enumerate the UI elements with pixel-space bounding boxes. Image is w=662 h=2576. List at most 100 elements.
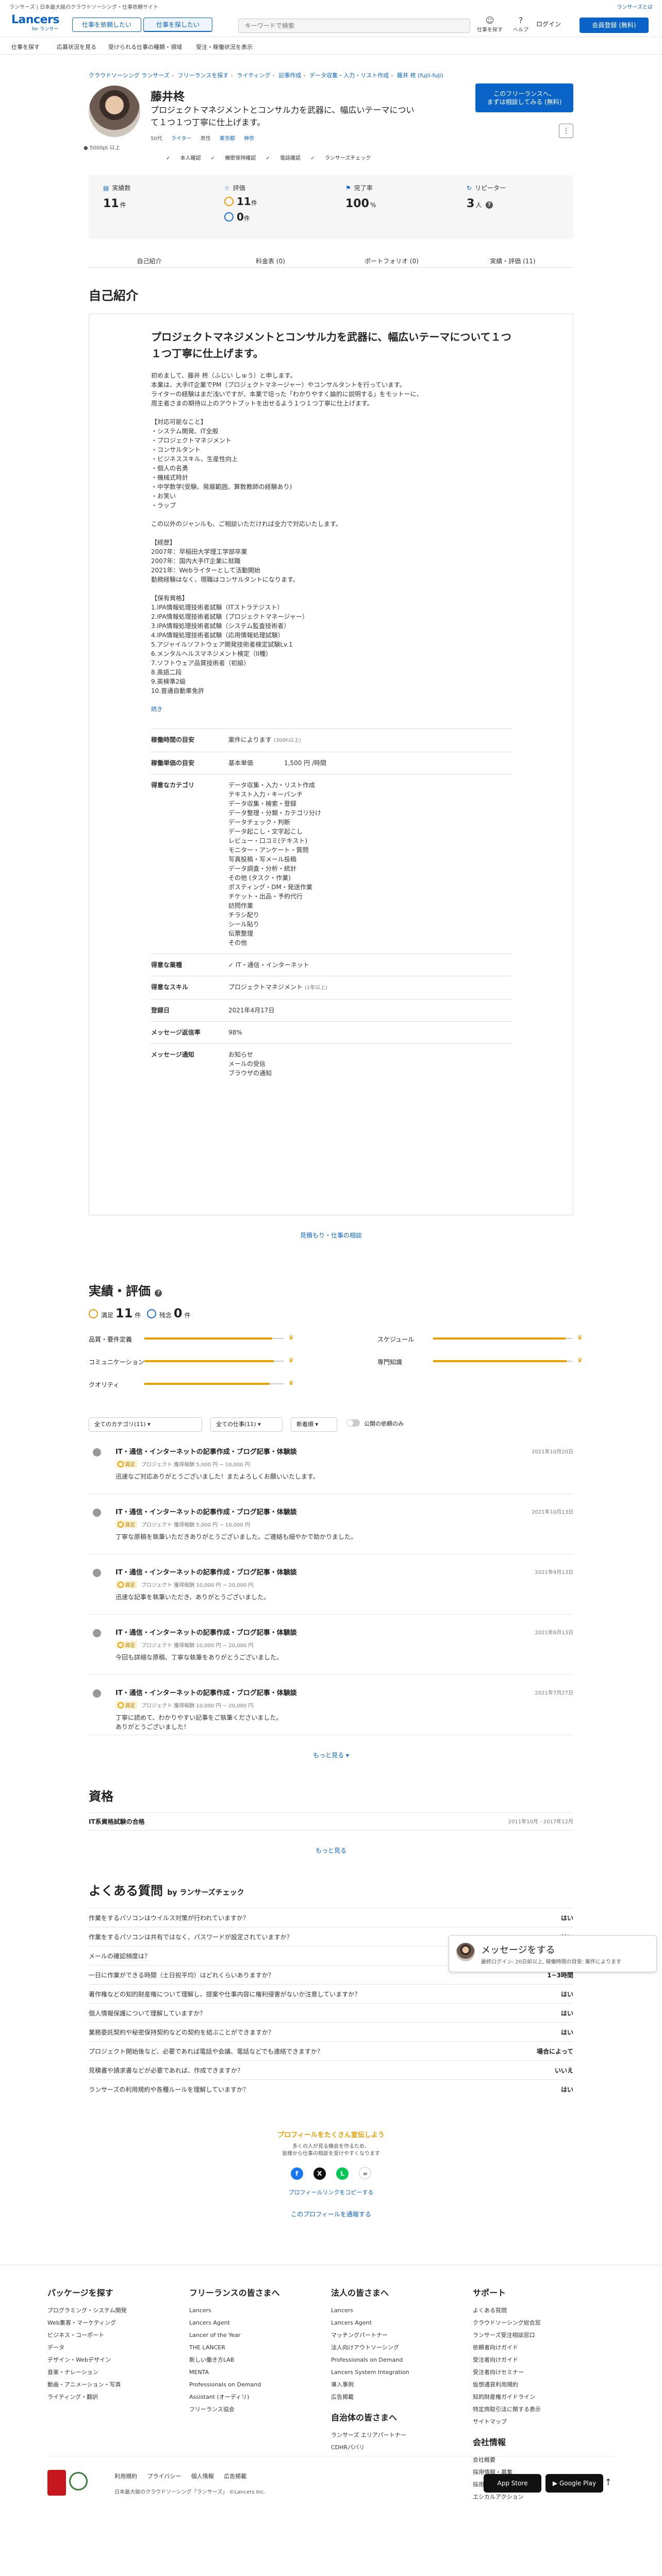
footer-link[interactable]: プログラミング・システム開発 [47, 2304, 189, 2317]
category-list: データ収集・入力・リスト作成 テキスト入力・キーパンチ データ収集・検索・登録 データ… [228, 781, 512, 947]
footer-link[interactable]: ランサーズ受注相談窓口 [473, 2329, 615, 2342]
verification-badges: ✓ 本人確認 ✓ 機密保持確認 ✓ 電話確認 ✓ ランサーズチェック [166, 156, 371, 161]
subnav-item[interactable]: 応募状況を見る [57, 43, 96, 51]
public-only-toggle[interactable] [346, 1419, 360, 1427]
facebook-icon[interactable]: f [290, 2167, 303, 2180]
footer-link[interactable]: 個人情報 [191, 2473, 214, 2480]
footer-link[interactable]: サイトマップ [473, 2416, 615, 2428]
breadcrumb-item[interactable]: ライティング [237, 72, 270, 79]
review-title[interactable]: IT・通信・インターネットの記事作成・ブログ記事・体験談 [115, 1687, 573, 1697]
sad-face-icon [224, 212, 234, 222]
breadcrumb-item[interactable]: フリーランスを探す [178, 72, 229, 79]
footer-link[interactable]: THE LANCER [189, 2342, 331, 2354]
help-icon[interactable]: ? [155, 1290, 162, 1297]
footer-link[interactable]: Lancers [189, 2304, 331, 2317]
faq-row: 個人情報保護について理解していますか？ はい [89, 2003, 573, 2022]
footer-link[interactable]: マッチングパートナー [331, 2329, 473, 2342]
review-title[interactable]: IT・通信・インターネットの記事作成・ブログ記事・体験談 [115, 1446, 573, 1456]
footer-link[interactable]: 音楽・ナレーション [47, 2366, 189, 2379]
footer-link[interactable]: Professionals on Demand [189, 2379, 331, 2391]
chevron-down-icon: ▾ [147, 1421, 151, 1428]
footer-link[interactable]: 知的財産権ガイドライン [473, 2391, 615, 2403]
category-select[interactable]: 全てのカテゴリ(11) ▾ [89, 1417, 202, 1432]
login-link[interactable]: ログイン [536, 20, 561, 28]
footer-link[interactable]: ランサーズ エリアパートナー [331, 2429, 473, 2442]
consult-button[interactable]: このフリーランスへ、 まずは相談してみる (無料) [475, 83, 573, 112]
footer-link[interactable]: 依頼者向けガイド [473, 2342, 615, 2354]
subnav-item[interactable]: 受注・稼働状況を表示 [196, 43, 253, 51]
footer-link[interactable]: 受注者向けセミナー [473, 2366, 615, 2379]
subnav-item[interactable]: 受けられる仕事の種類・領域 [108, 43, 182, 51]
footer-link[interactable]: Professionals on Demand [331, 2354, 473, 2366]
footer-link[interactable]: 利用規約 [114, 2473, 137, 2480]
x-icon[interactable]: X [313, 2167, 326, 2180]
footer-link[interactable]: 法人向けアウトソーシング [331, 2342, 473, 2354]
footer-link[interactable]: MENTA [189, 2366, 331, 2379]
subnav-item[interactable]: 仕事を探す [11, 43, 40, 51]
footer-link[interactable]: プライバシー [147, 2473, 181, 2480]
request-work-button[interactable]: 仕事を依頼したい [72, 18, 141, 32]
estimate-link[interactable]: 見積もり・仕事の相談 [89, 1231, 573, 1240]
footer-link[interactable]: 新しい働き方LAB [189, 2354, 331, 2366]
tab-reviews[interactable]: 実績・評価 (11) [452, 239, 573, 267]
footer-link[interactable]: 特定商取引法に関する表示 [473, 2403, 615, 2416]
footer-link[interactable]: 受注者向けガイド [473, 2354, 615, 2366]
line-icon[interactable]: L [336, 2167, 349, 2180]
footer-link[interactable]: Lancer of the Year [189, 2329, 331, 2342]
flag-icon: ⚑ [345, 184, 351, 192]
back-to-top-icon[interactable]: ↑ [604, 2477, 612, 2488]
footer-link[interactable]: CDHRパバリ [331, 2442, 473, 2454]
find-icon-button[interactable]: ☺ 仕事を探す [474, 15, 505, 33]
site-footer: パッケージを探す プログラミング・システム開発 Web集客・マーケティング ビジネス… [0, 2265, 662, 2533]
find-work-button[interactable]: 仕事を探したい [143, 18, 212, 32]
footer-link[interactable]: ビジネス・コーポート [47, 2329, 189, 2342]
app-store-badge[interactable]: App Store [484, 2474, 541, 2493]
footer-link[interactable]: 広告掲載 [224, 2473, 246, 2480]
message-button[interactable]: メッセージをする 最終ログイン: 20日前以上, 稼働時間の目安: 案件によりま… [449, 1935, 657, 1972]
topbar-about-link[interactable]: ランサーズとは [617, 3, 653, 10]
breadcrumb-current: 藤井 柊 (fujii-fuji) [397, 72, 443, 79]
google-play-badge[interactable]: ▶ Google Play [545, 2474, 603, 2493]
work-type-select[interactable]: 全ての仕事(11) ▾ [210, 1417, 283, 1432]
lancers-logo[interactable]: Lancers for ランサー [11, 13, 68, 32]
tab-intro[interactable]: 自己紹介 [89, 239, 210, 267]
tab-prices[interactable]: 料金表 (0) [210, 239, 331, 267]
rating-bar-fill [433, 1360, 567, 1365]
review-title[interactable]: IT・通信・インターネットの記事作成・ブログ記事・体験談 [115, 1567, 573, 1577]
tab-portfolio[interactable]: ポートフォリオ (0) [331, 239, 452, 267]
sort-select[interactable]: 新着順 ▾ [291, 1417, 337, 1432]
footer-link[interactable]: Lancers Agent [189, 2317, 331, 2329]
footer-link[interactable]: デザイン・Webデザイン [47, 2354, 189, 2366]
review-title[interactable]: IT・通信・インターネットの記事作成・ブログ記事・体験談 [115, 1627, 573, 1637]
footer-link[interactable]: クラウドソーシング総合窓 [473, 2317, 615, 2329]
footer-link[interactable]: 広告掲載 [331, 2391, 473, 2403]
footer-link[interactable]: 仮想通貨利用規約 [473, 2379, 615, 2391]
footer-link[interactable]: ライティング・翻訳 [47, 2391, 189, 2403]
footer-link[interactable]: Lancers [331, 2304, 473, 2317]
breadcrumb-item[interactable]: クラウドソーシング ランサーズ [89, 72, 170, 79]
review-title[interactable]: IT・通信・インターネットの記事作成・ブログ記事・体験談 [115, 1506, 573, 1516]
footer-link[interactable]: 導入事例 [331, 2379, 473, 2391]
footer-link[interactable]: Lancers Agent [331, 2317, 473, 2329]
footer-link[interactable]: Lancers System Integration [331, 2366, 473, 2379]
report-link[interactable]: このプロフィールを通報する [89, 2210, 573, 2218]
footer-link[interactable]: 動画・アニメーション・写真 [47, 2379, 189, 2391]
footer-link[interactable]: データ [47, 2342, 189, 2354]
help-icon[interactable]: ? [486, 201, 493, 209]
help-icon-button[interactable]: ? ヘルプ [505, 15, 536, 33]
more-qualifications-link[interactable]: もっと見る [89, 1846, 573, 1855]
link-icon[interactable]: ∞ [359, 2167, 372, 2179]
more-reviews-link[interactable]: もっと見る ▾ [89, 1751, 573, 1759]
breadcrumb-item[interactable]: データ収集・入力・リスト作成 [309, 72, 389, 79]
footer-link[interactable]: フリーランス協会 [189, 2403, 331, 2416]
footer-link[interactable]: Assistant (オーディリ) [189, 2391, 331, 2403]
footer-link[interactable]: よくある質問 [473, 2304, 615, 2317]
footer-link[interactable]: Web集客・マーケティング [47, 2317, 189, 2329]
search-input[interactable] [239, 19, 470, 32]
copy-link[interactable]: プロフィールリンクをコピーする [89, 2188, 573, 2196]
signup-button[interactable]: 会員登録 (無料) [580, 18, 649, 33]
more-menu-button[interactable]: ⋮ [559, 124, 573, 138]
breadcrumb-item[interactable]: 記事作成 [278, 72, 301, 79]
read-more-link[interactable]: 続き [151, 705, 573, 713]
list-item: チケット・出品・予約代行 [228, 893, 303, 900]
